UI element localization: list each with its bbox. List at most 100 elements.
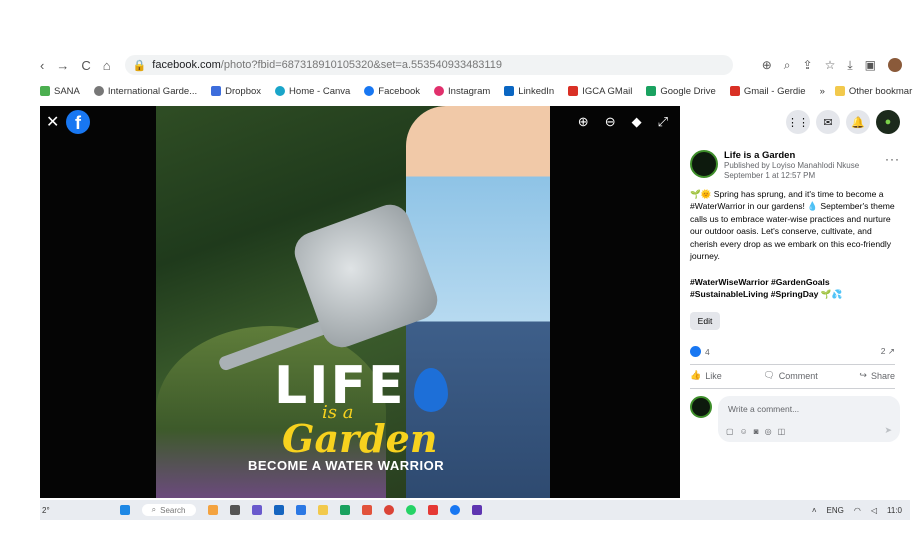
app-icon[interactable] bbox=[207, 505, 218, 515]
toolbar-right: ⊕ ⌕ ⇪ ☆ ⤓ ▣ bbox=[762, 58, 910, 73]
app-icon[interactable] bbox=[339, 505, 350, 515]
post-panel: ⋮⋮ ✉ 🔔 ● Life is a Garden Published by L… bbox=[680, 106, 910, 498]
windows-taskbar: 2° ⌕ Search ˄ ENG ◠ ◁ 11:0 bbox=[40, 500, 910, 520]
account-avatar[interactable]: ● bbox=[876, 110, 900, 134]
back-button[interactable]: ‹ bbox=[40, 58, 44, 73]
share-count[interactable]: 2 ↗ bbox=[881, 346, 895, 357]
volume-icon[interactable]: ◁ bbox=[871, 506, 877, 515]
tray-chevron-icon[interactable]: ˄ bbox=[812, 506, 817, 515]
divider bbox=[690, 388, 895, 389]
bookmark-sana[interactable]: SANA bbox=[40, 86, 80, 97]
more-options-button[interactable]: ··· bbox=[885, 152, 900, 166]
bookmark-dropbox[interactable]: Dropbox bbox=[211, 86, 261, 97]
wifi-icon[interactable]: ◠ bbox=[854, 506, 861, 515]
app-icon[interactable] bbox=[273, 505, 284, 515]
app-icon[interactable] bbox=[471, 505, 482, 515]
menu-grid-icon[interactable]: ⋮⋮ bbox=[786, 110, 810, 134]
home-button[interactable]: ⌂ bbox=[103, 58, 111, 73]
language-indicator[interactable]: ENG bbox=[827, 506, 844, 515]
bookmark-icon bbox=[40, 86, 50, 96]
app-icon[interactable] bbox=[427, 505, 438, 515]
search-icon: ⌕ bbox=[151, 505, 157, 514]
reactions-row: 4 2 ↗ bbox=[690, 346, 895, 357]
notifications-icon[interactable]: 🔔 bbox=[846, 110, 870, 134]
commenter-avatar bbox=[690, 396, 712, 418]
comment-label: Comment bbox=[778, 370, 818, 381]
thumbs-up-icon: 👍 bbox=[690, 370, 702, 380]
bookmark-international-garden[interactable]: International Garde... bbox=[93, 85, 198, 97]
chrome-icon[interactable] bbox=[383, 505, 394, 515]
profile-avatar[interactable] bbox=[888, 58, 902, 72]
app-icon[interactable] bbox=[251, 505, 262, 515]
post-body: 🌱🌞 Spring has sprung, and it's time to b… bbox=[690, 189, 895, 262]
url-field[interactable]: 🔒 facebook.com/photo?fbid=68731891010532… bbox=[124, 55, 733, 75]
url-path: /photo?fbid=687318910105320&set=a.553540… bbox=[220, 59, 502, 71]
messenger-icon[interactable]: ✉ bbox=[816, 110, 840, 134]
comment-tools: ▢ ☺ ◙ ◎ ◫ bbox=[726, 427, 785, 436]
install-icon[interactable]: ⊕ bbox=[762, 58, 772, 72]
bookmarks-right: » Other bookmar bbox=[820, 86, 913, 97]
post-date[interactable]: September 1 at 12:57 PM bbox=[724, 171, 859, 181]
bookmark-linkedin[interactable]: LinkedIn bbox=[504, 86, 554, 97]
share-icon[interactable]: ⇪ bbox=[803, 58, 813, 72]
gmail-icon bbox=[568, 86, 579, 96]
forward-button[interactable]: → bbox=[56, 58, 69, 73]
emoji-icon[interactable]: ☺ bbox=[740, 427, 748, 436]
app-icon[interactable] bbox=[361, 505, 372, 515]
bookmark-canva[interactable]: Home - Canva bbox=[275, 86, 350, 97]
app-icon[interactable] bbox=[449, 505, 460, 515]
tag-icon[interactable]: ◆ bbox=[632, 114, 642, 130]
bookmark-instagram[interactable]: Instagram bbox=[434, 86, 490, 97]
taskbar-apps: ⌕ Search bbox=[119, 504, 482, 516]
nav-buttons: ‹ → C ⌂ bbox=[40, 58, 111, 73]
reaction-count[interactable]: 4 bbox=[705, 347, 710, 357]
bookmark-label: Home - Canva bbox=[289, 85, 351, 97]
gif-icon[interactable]: ◎ bbox=[765, 427, 772, 436]
comment-button[interactable]: 🗨 Comment bbox=[763, 370, 817, 381]
bookmark-label: LinkedIn bbox=[518, 85, 555, 97]
taskbar-search[interactable]: ⌕ Search bbox=[141, 504, 196, 516]
whatsapp-icon[interactable] bbox=[405, 505, 416, 515]
app-icon[interactable] bbox=[229, 505, 240, 515]
folder-icon bbox=[834, 86, 845, 96]
post-hashtags[interactable]: #WaterWiseWarrior #GardenGoals #Sustaina… bbox=[690, 276, 895, 301]
weather-widget[interactable]: 2° bbox=[42, 506, 50, 515]
zoom-icon[interactable]: ⌕ bbox=[784, 58, 791, 73]
bookmark-google-drive[interactable]: Google Drive bbox=[646, 86, 716, 97]
bookmarks-overflow-button[interactable]: » bbox=[820, 86, 825, 97]
camera-icon[interactable]: ◙ bbox=[754, 427, 759, 436]
reload-button[interactable]: C bbox=[81, 58, 90, 73]
bookmark-igca-gmail[interactable]: IGCA GMail bbox=[568, 86, 632, 97]
edit-button[interactable]: Edit bbox=[690, 312, 720, 330]
other-bookmarks[interactable]: Other bookmar bbox=[834, 86, 912, 97]
close-icon[interactable]: ✕ bbox=[46, 112, 59, 132]
share-button[interactable]: ↪ Share bbox=[859, 370, 895, 381]
comment-composer: Write a comment... ▢ ☺ ◙ ◎ ◫ ➤ bbox=[690, 396, 900, 442]
send-icon[interactable]: ➤ bbox=[884, 425, 892, 436]
app-icon[interactable] bbox=[295, 505, 306, 515]
start-icon[interactable] bbox=[119, 505, 130, 515]
like-button[interactable]: 👍 Like bbox=[690, 370, 722, 381]
brand-tagline: BECOME A WATER WARRIOR bbox=[248, 458, 445, 473]
share-count-icon: ↗ bbox=[887, 346, 895, 356]
page-avatar[interactable] bbox=[690, 150, 718, 178]
zoom-out-icon[interactable]: ⊖ bbox=[605, 114, 616, 130]
star-icon[interactable]: ☆ bbox=[825, 58, 836, 72]
page-name[interactable]: Life is a Garden bbox=[724, 150, 859, 161]
sticker-icon[interactable]: ▢ bbox=[726, 427, 734, 436]
bookmark-icon bbox=[93, 86, 104, 96]
bookmark-gmail-gerdie[interactable]: Gmail - Gerdie bbox=[729, 86, 806, 97]
bookmark-facebook[interactable]: Facebook bbox=[364, 86, 420, 97]
like-label: Like bbox=[705, 370, 722, 381]
folder-icon[interactable] bbox=[317, 505, 328, 515]
zoom-in-icon[interactable]: ⊕ bbox=[578, 114, 589, 130]
fullscreen-icon[interactable]: ⤢ bbox=[658, 114, 668, 130]
sidepanel-icon[interactable]: ▣ bbox=[865, 58, 876, 72]
download-icon[interactable]: ⤓ bbox=[847, 58, 852, 73]
bookmark-label: International Garde... bbox=[107, 85, 198, 97]
clock[interactable]: 11:0 bbox=[887, 506, 902, 515]
comment-input[interactable]: Write a comment... ▢ ☺ ◙ ◎ ◫ ➤ bbox=[718, 396, 900, 442]
facebook-logo-icon[interactable]: f bbox=[66, 110, 90, 134]
like-reaction-icon bbox=[690, 346, 701, 357]
avatar-sticker-icon[interactable]: ◫ bbox=[778, 427, 786, 436]
